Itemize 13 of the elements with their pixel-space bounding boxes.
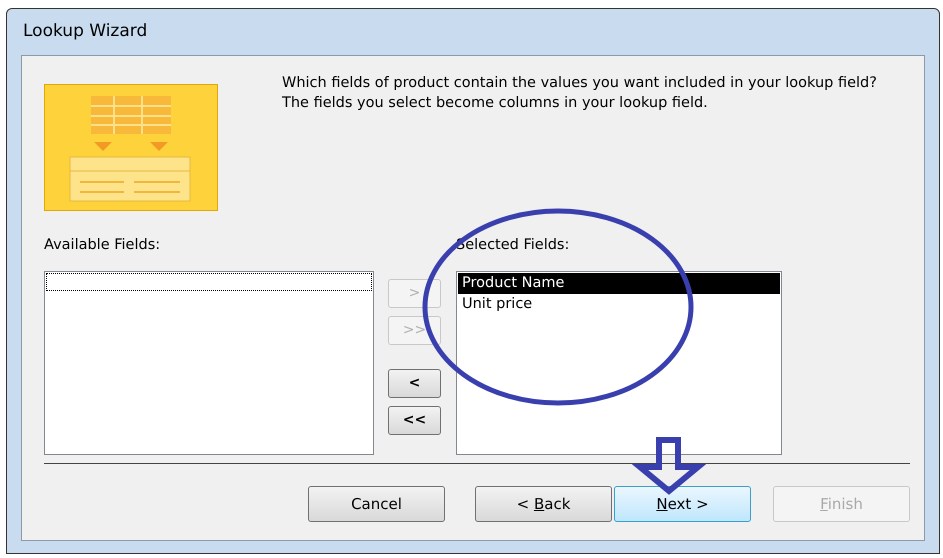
- move-button[interactable]: <<: [388, 406, 441, 435]
- available-fields-label: Available Fields:: [44, 236, 162, 255]
- dialog-button[interactable]: Next >: [614, 486, 751, 522]
- selected-fields-list[interactable]: Product Name Unit price: [456, 271, 782, 455]
- down-arrow-icon: [632, 437, 706, 495]
- move-button[interactable]: <: [388, 369, 441, 398]
- list-item[interactable]: Product Name: [458, 273, 780, 294]
- available-fields-list[interactable]: [44, 271, 374, 455]
- list-item[interactable]: Unit price: [458, 294, 780, 315]
- window-title: Lookup Wizard: [22, 20, 148, 44]
- dialog-button[interactable]: Cancel: [308, 486, 445, 522]
- dialog-button[interactable]: < Back: [475, 486, 612, 522]
- instruction-text: Which fields of product contain the values you want included in your lookup field? The fields you select become columns in your lookup field.: [282, 74, 878, 113]
